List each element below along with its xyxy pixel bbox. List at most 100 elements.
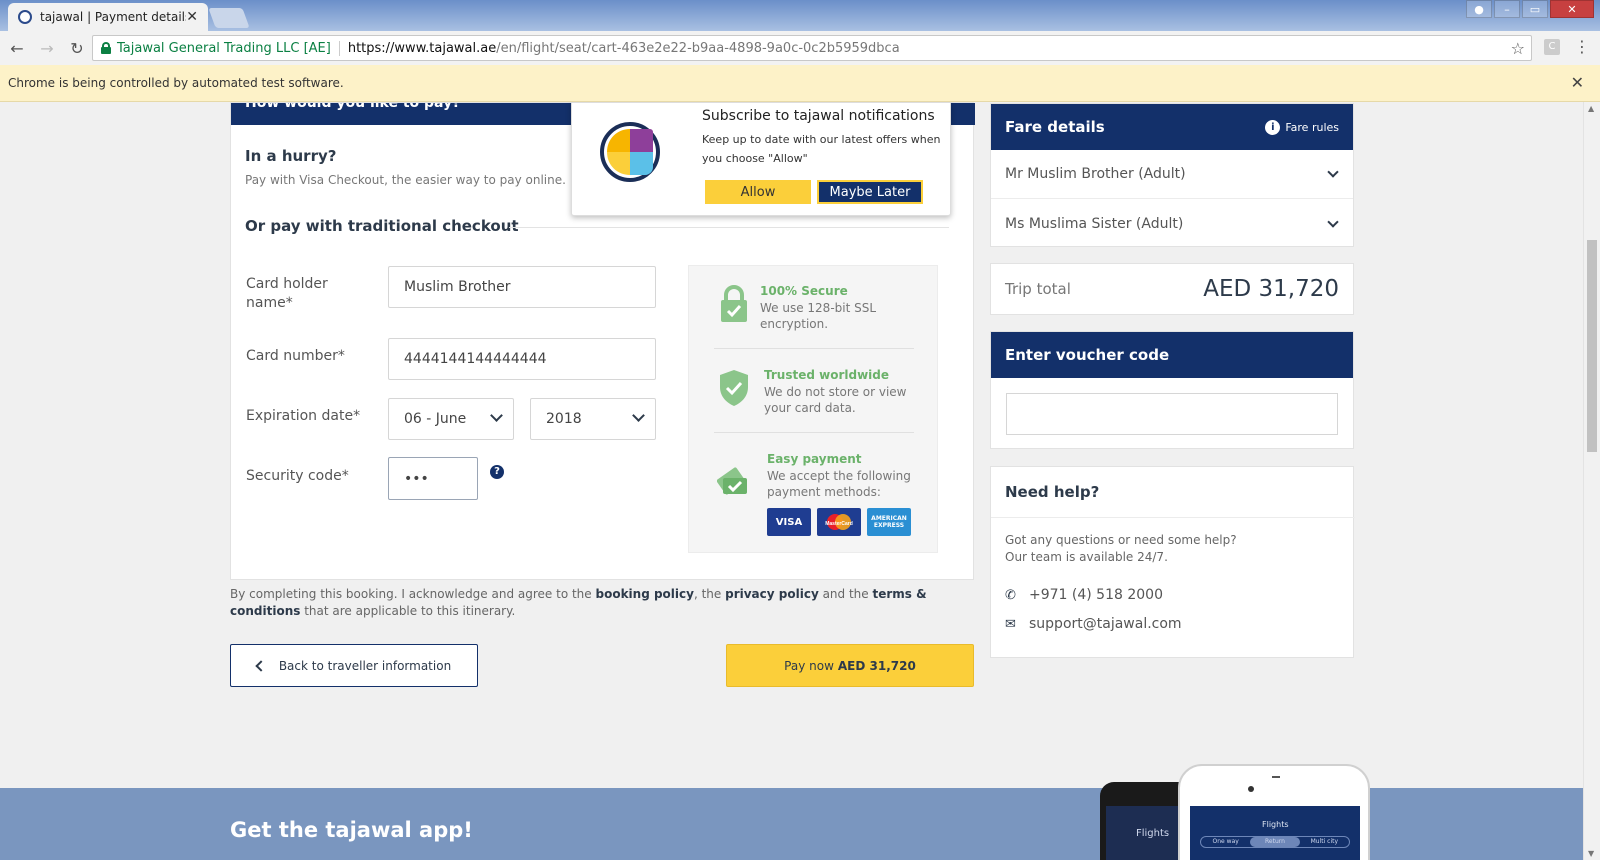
chrome-menu-icon[interactable]: ⋮ [1574,37,1590,56]
voucher-input[interactable] [1006,393,1338,435]
passenger-row[interactable]: Ms Muslima Sister (Adult) [991,199,1353,248]
email-contact[interactable]: ✉ support@tajawal.com [1005,616,1182,632]
mastercard-wordmark: MasterCard [825,521,853,527]
passenger-name: Mr Muslim Brother (Adult) [1005,166,1186,182]
maybe-later-button[interactable]: Maybe Later [817,180,923,204]
secure-text: We use 128-bit SSL encryption. [760,301,877,331]
legal-notice: By completing this booking. I acknowledg… [230,586,970,620]
mastercard-circles-icon: MasterCard [825,514,853,530]
passenger-row[interactable]: Mr Muslim Brother (Adult) [991,150,1353,199]
trip-total-label: Trip total [1005,280,1071,298]
segment-one-way: One way [1212,838,1239,845]
infobar-close-icon[interactable]: ✕ [1571,73,1584,92]
visa-logo: VISA [767,508,811,536]
legal-sep: , the [693,587,726,601]
secure-site-label: Tajawal General Trading LLC [AE] [117,40,340,56]
notification-title: Subscribe to tajawal notifications [702,108,935,124]
url-host: https://www.tajawal.ae [347,40,497,56]
need-help-title: Need help? [1005,483,1100,501]
browser-toolbar: ← → ↻ Tajawal General Trading LLC [AE] h… [0,31,1600,65]
segment-return: Return [1250,837,1300,847]
fare-rules-link[interactable]: i Fare rules [1265,119,1339,135]
hurry-title: In a hurry? [245,147,337,165]
help-line: Our team is available 24/7. [1005,550,1168,564]
divider [991,517,1355,518]
page-content: How would you like to pay? In a hurry? P… [0,102,1600,860]
legal-suffix: that are applicable to this itinerary. [300,604,516,618]
address-bar[interactable]: Tajawal General Trading LLC [AE] https:/… [92,35,1532,61]
phone-icon: ✆ [1005,587,1016,603]
expiry-year-value: 2018 [546,411,582,427]
expiry-label: Expiration date* [246,408,361,424]
phone-speaker [1272,776,1280,778]
divider [714,348,914,349]
fare-details-card: Fare details i Fare rules Mr Muslim Brot… [990,103,1354,247]
chevron-down-icon [1327,166,1339,178]
trip-total-card: Trip total AED 31,720 [990,263,1354,315]
window-controls: ● – ▭ ✕ [1464,0,1594,18]
pay-now-button[interactable]: Pay now AED 31,720 [726,644,974,687]
voucher-title: Enter voucher code [991,332,1353,378]
help-line: Got any questions or need some help? [1005,533,1237,547]
expiry-year-select[interactable]: 2018 [530,398,656,440]
automation-infobar: Chrome is being controlled by automated … [0,65,1600,102]
maximize-icon[interactable]: ▭ [1522,0,1548,18]
card-holder-label: Card holder name* [246,276,328,311]
extension-icon[interactable]: C [1544,39,1560,55]
card-number-input[interactable]: 4444144144444444 [388,338,656,380]
question-icon[interactable]: ? [490,465,504,479]
scrollbar-thumb[interactable] [1587,240,1597,452]
reload-icon[interactable]: ↻ [64,39,90,58]
tab-close-icon[interactable]: ✕ [186,9,198,25]
chevron-down-icon [1327,215,1339,228]
close-window-icon[interactable]: ✕ [1550,0,1594,18]
security-code-input[interactable]: ••• [388,457,478,500]
back-to-traveller-button[interactable]: Back to traveller information [230,644,478,687]
chevron-left-icon [255,659,267,672]
back-icon[interactable]: ← [4,39,30,58]
trusted-title: Trusted worldwide [764,368,889,382]
envelope-icon: ✉ [1005,616,1016,632]
info-icon: i [1265,119,1281,135]
secure-title: 100% Secure [760,284,848,298]
legal-sep: and the [818,587,873,601]
iphone-image: Flights One way Return Multi city [1178,764,1370,860]
allow-button[interactable]: Allow [705,180,811,204]
need-help-card: Need help? Got any questions or need som… [990,466,1355,658]
url-path: /en/flight/seat/cart-463e2e22-b9aa-4898-… [496,40,900,56]
tab-title: tajawal | Payment details [40,10,187,24]
help-text: Got any questions or need some help? Our… [1005,532,1237,566]
expiry-month-value: 06 - June [404,411,467,427]
trusted-text: We do not store or view your card data. [764,385,907,415]
expiry-month-select[interactable]: 06 - June [388,398,514,440]
pay-now-amount: AED 31,720 [837,658,916,673]
new-tab-button[interactable] [208,8,250,28]
mastercard-logo: MasterCard [817,508,861,536]
privacy-policy-link[interactable]: privacy policy [725,587,819,601]
booking-policy-link[interactable]: booking policy [595,587,693,601]
email-address: support@tajawal.com [1029,616,1182,632]
browser-tab[interactable]: tajawal | Payment details ✕ [8,3,208,31]
page-scrollbar[interactable]: ▲ ▼ [1583,102,1600,860]
profile-icon[interactable]: ● [1466,0,1492,18]
scroll-up-icon[interactable]: ▲ [1588,104,1594,113]
trip-total-value: AED 31,720 [1203,276,1339,302]
forward-icon[interactable]: → [34,39,60,58]
app-promo-banner: Get the tajawal app! Flights Flights One… [0,764,1583,860]
phone-screen-title: Flights [1262,820,1289,829]
chevron-down-icon [632,409,645,422]
easy-payment-text: We accept the following payment methods: [767,469,911,499]
phone-contact[interactable]: ✆ +971 (4) 518 2000 [1005,587,1163,603]
bookmark-star-icon[interactable]: ☆ [1511,39,1525,58]
scroll-down-icon[interactable]: ▼ [1588,849,1594,858]
shield-icon [720,370,748,406]
legal-prefix: By completing this booking. I acknowledg… [230,587,596,601]
padlock-icon [721,285,747,322]
security-info-panel: 100% Secure We use 128-bit SSL encryptio… [688,265,938,553]
minimize-icon[interactable]: – [1494,0,1520,18]
card-holder-input[interactable]: Muslim Brother [388,266,656,308]
passenger-name: Ms Muslima Sister (Adult) [1005,215,1184,232]
amex-logo: AMERICAN EXPRESS [867,508,911,536]
notification-text: Keep up to date with our latest offers w… [702,133,941,165]
voucher-card: Enter voucher code [990,331,1354,449]
